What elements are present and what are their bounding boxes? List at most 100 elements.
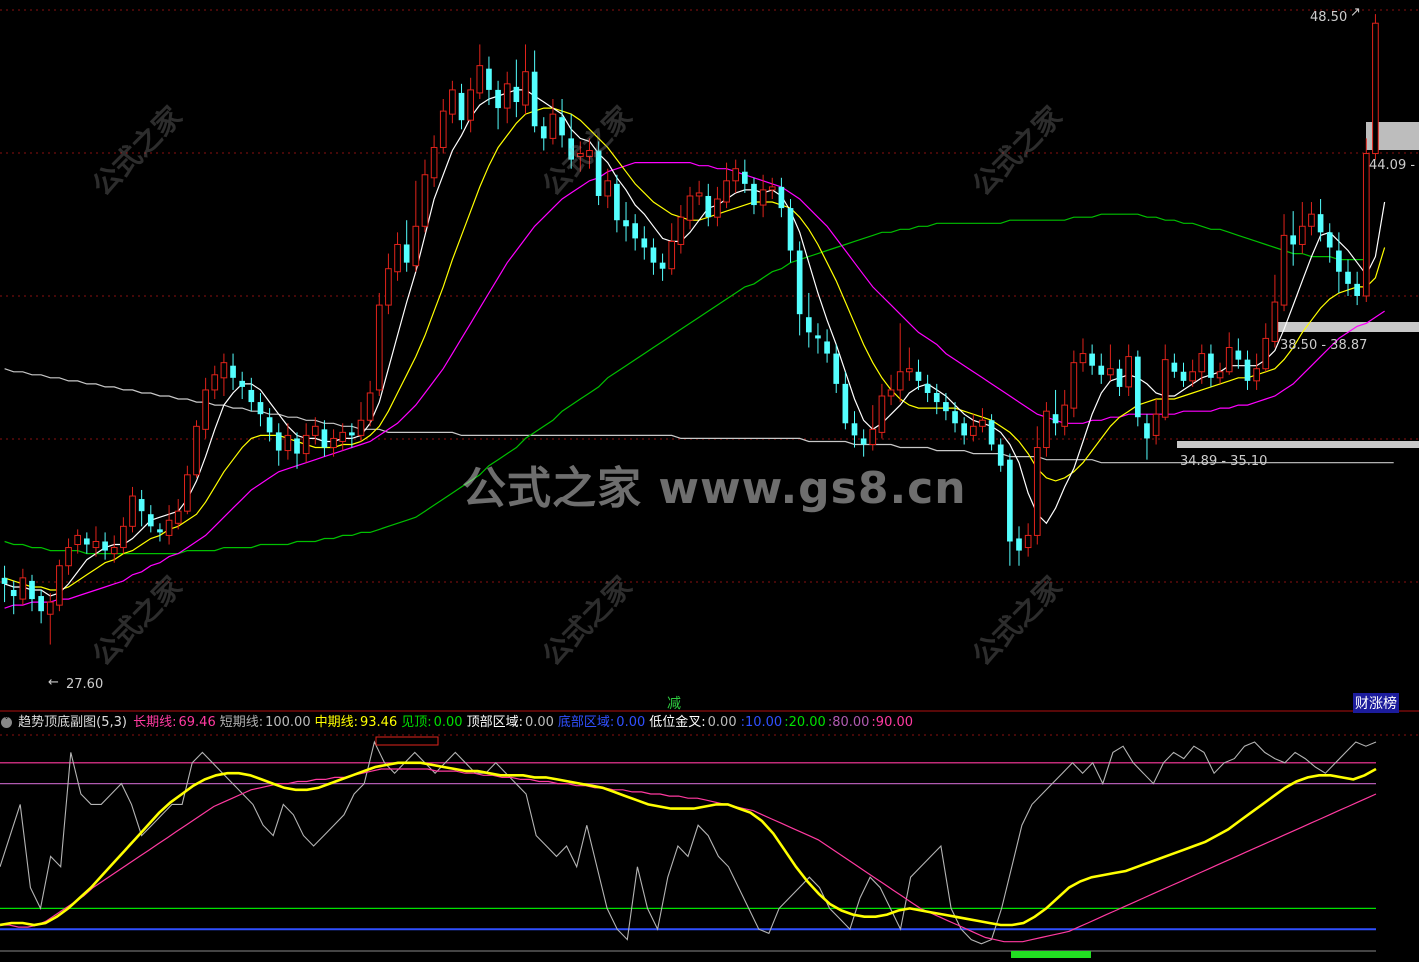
candle-body-up bbox=[714, 198, 721, 218]
candle-body-up bbox=[46, 601, 54, 615]
candle-body-up bbox=[1280, 234, 1288, 306]
mid-line bbox=[0, 761, 1377, 927]
ma-yellow-line bbox=[4, 107, 1386, 591]
candle-body-down bbox=[321, 429, 328, 448]
candle-body-down bbox=[842, 383, 849, 424]
candle-body-up bbox=[110, 547, 118, 555]
candle-body-up bbox=[339, 431, 347, 442]
legend-value: 0.00 bbox=[524, 715, 554, 730]
indicator-panel bbox=[0, 736, 1377, 958]
low-arrow-icon: ← bbox=[48, 675, 59, 690]
candle-body-down bbox=[650, 247, 657, 263]
candle-body-down bbox=[1180, 371, 1187, 381]
candle-body-up bbox=[430, 146, 438, 179]
legend-value: 0.00 bbox=[616, 715, 646, 730]
candle-body-up bbox=[1225, 347, 1233, 373]
signal-reduce: 减 bbox=[667, 696, 681, 712]
candle-body-down bbox=[778, 186, 785, 209]
legend-item: 见顶: 0.00 bbox=[401, 715, 464, 730]
candle-body-down bbox=[294, 438, 300, 454]
candle-body-down bbox=[851, 423, 858, 436]
candle-body-up bbox=[759, 189, 767, 206]
candle-body-up bbox=[969, 425, 977, 436]
candle-body-down bbox=[1336, 250, 1342, 272]
candle-body-down bbox=[751, 183, 757, 206]
candle-body-up bbox=[677, 216, 685, 245]
candle-body-down bbox=[933, 392, 940, 403]
candle-body-down bbox=[540, 126, 547, 139]
zone-top-label: 44.09 - 4 bbox=[1369, 158, 1419, 173]
candle-body-up bbox=[1061, 404, 1069, 427]
candle-body-up bbox=[1216, 371, 1224, 379]
candle-body-down bbox=[1345, 271, 1351, 284]
candle-body-down bbox=[1, 577, 8, 584]
candle-body-up bbox=[1024, 534, 1032, 549]
candle-body-down bbox=[705, 195, 712, 218]
legend-label: 低位金叉: bbox=[649, 715, 706, 730]
candle-body-up bbox=[1298, 225, 1306, 245]
candle-body-down bbox=[138, 499, 145, 512]
candle-body-up bbox=[1125, 356, 1133, 388]
candle-body-down bbox=[833, 353, 840, 384]
candle-body-down bbox=[1016, 538, 1022, 551]
candle-body-down bbox=[1354, 283, 1360, 296]
candle-body-up bbox=[1079, 353, 1087, 364]
legend-value: 100.00 bbox=[265, 715, 311, 730]
candle-body-down bbox=[1007, 459, 1013, 542]
candle-body-down bbox=[102, 541, 108, 551]
candle-body-down bbox=[805, 317, 812, 333]
candle-body-up bbox=[1362, 153, 1370, 297]
candle-body-down bbox=[1052, 414, 1059, 424]
candle-body-up bbox=[503, 83, 511, 109]
low-price-label: 27.60 bbox=[66, 677, 104, 692]
legend-label: 短期线: bbox=[219, 715, 264, 730]
legend-label: 底部区域: bbox=[557, 715, 615, 730]
candle-body-down bbox=[1089, 353, 1095, 366]
legend-item: 低位金叉: 0.00 bbox=[649, 715, 738, 730]
candle-body-up bbox=[1043, 410, 1050, 449]
high-arrow-icon: ↗ bbox=[1350, 5, 1361, 20]
candle-body-up bbox=[65, 547, 72, 567]
candle-body-up bbox=[979, 419, 986, 427]
candle-body-up bbox=[302, 434, 310, 455]
caizhang-button[interactable]: 财涨榜 bbox=[1353, 693, 1399, 713]
candle-body-up bbox=[549, 113, 557, 139]
legend-item: 中期线: 93.46 bbox=[315, 715, 400, 730]
candle-body-up bbox=[394, 243, 401, 273]
candle-body-down bbox=[796, 250, 803, 315]
candle-body-up bbox=[686, 195, 694, 221]
indicator-name[interactable]: 趋势顶底副图(5,3) bbox=[18, 715, 127, 730]
candle-body-up bbox=[357, 419, 365, 436]
candle-body-down bbox=[1208, 353, 1214, 378]
candle-body-up bbox=[1198, 353, 1206, 373]
ma-white-line bbox=[4, 89, 1386, 597]
short-line bbox=[0, 740, 1377, 945]
candle-body-up bbox=[439, 110, 447, 148]
candle-body-down bbox=[230, 365, 236, 378]
legend-item: 底部区域: 0.00 bbox=[558, 715, 647, 730]
candle-body-down bbox=[614, 183, 620, 221]
candle-body-down bbox=[824, 341, 830, 354]
candle-body-down bbox=[742, 171, 748, 184]
candle-body-down bbox=[641, 238, 648, 248]
candle-body-up bbox=[284, 434, 292, 452]
candle-body-up bbox=[184, 474, 191, 512]
candle-body-up bbox=[193, 425, 200, 476]
legend-value: 93.46 bbox=[360, 715, 398, 730]
candle-body-up bbox=[1152, 413, 1160, 436]
candle-body-down bbox=[1317, 214, 1324, 233]
collapse-icon[interactable]: ˅ bbox=[1, 717, 12, 728]
bottom-zone-marker bbox=[1011, 951, 1091, 958]
candle-body-up bbox=[412, 225, 420, 267]
candle-body-down bbox=[257, 402, 264, 415]
candle-body-up bbox=[56, 565, 63, 606]
candle-body-up bbox=[522, 71, 529, 106]
candle-body-down bbox=[1171, 362, 1178, 372]
legend-level: :10.00 bbox=[740, 715, 783, 730]
candle-body-down bbox=[997, 444, 1004, 466]
candle-body-down bbox=[952, 411, 958, 424]
legend-value: 69.46 bbox=[178, 715, 216, 730]
candle-body-up bbox=[421, 174, 429, 227]
candle-body-down bbox=[495, 89, 501, 109]
legend-item: 短期线: 100.00 bbox=[220, 715, 313, 730]
